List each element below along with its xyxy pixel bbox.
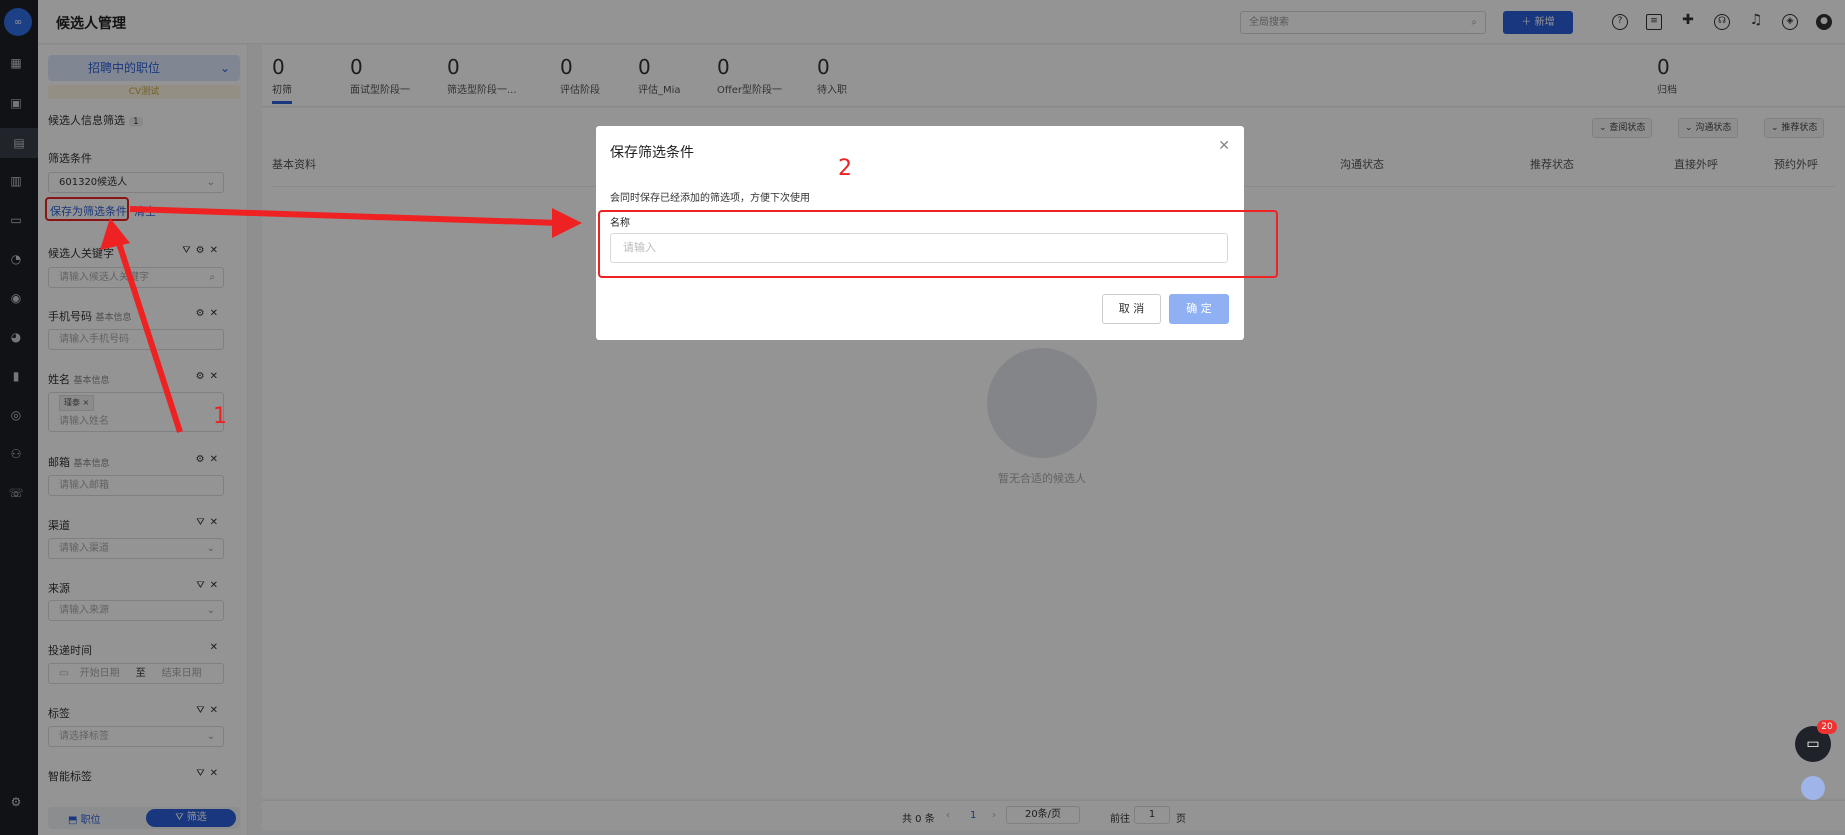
- annotation-arrows: [100, 206, 582, 433]
- annotation-arrow-head: [552, 208, 582, 238]
- assistant-bot-icon[interactable]: [1801, 776, 1825, 800]
- annotation-arrow-line: [115, 239, 183, 433]
- chat-fab[interactable]: ▭ 20: [1795, 720, 1837, 762]
- annotation-arrow-line: [129, 206, 561, 226]
- chat-badge: 20: [1817, 720, 1837, 734]
- annotation-arrow-head: [100, 218, 130, 250]
